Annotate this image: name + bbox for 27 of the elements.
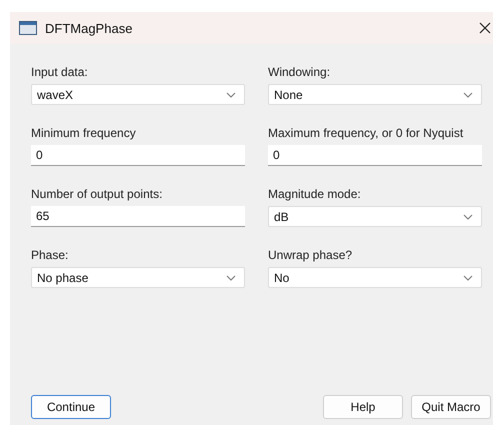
dialog-button[interactable]: Help bbox=[323, 395, 403, 419]
dropdown[interactable]: waveX bbox=[31, 84, 245, 105]
window-title: DFTMagPhase bbox=[45, 20, 134, 36]
dropdown[interactable]: dB bbox=[268, 206, 482, 227]
chevron-icon bbox=[463, 274, 473, 280]
dialog-button[interactable]: Quit Macro bbox=[411, 395, 491, 419]
field-label: Number of output points: bbox=[31, 186, 164, 202]
field-label: Minimum frequency bbox=[31, 125, 137, 141]
input-field[interactable]: 65 bbox=[31, 206, 245, 227]
chevron-icon bbox=[463, 92, 473, 98]
dropdown[interactable]: None bbox=[268, 84, 482, 105]
chevron-icon bbox=[226, 92, 236, 98]
field-label: Input data: bbox=[31, 64, 89, 80]
field-label: Windowing: bbox=[268, 64, 332, 80]
field-label: Phase: bbox=[31, 247, 70, 263]
field-label: Maximum frequency, or 0 for Nyquist bbox=[268, 125, 464, 141]
input-field[interactable]: 0 bbox=[268, 145, 482, 166]
chevron-icon bbox=[463, 214, 473, 220]
field-label: Magnitude mode: bbox=[268, 186, 362, 202]
dropdown[interactable]: No phase bbox=[31, 267, 245, 288]
chevron-icon bbox=[226, 274, 236, 280]
dialog-button[interactable]: Continue bbox=[31, 395, 111, 419]
window-icon bbox=[19, 21, 37, 35]
dropdown[interactable]: No bbox=[268, 267, 482, 288]
field-label: Unwrap phase? bbox=[268, 247, 354, 263]
input-field[interactable]: 0 bbox=[31, 145, 245, 166]
close-icon[interactable] bbox=[479, 22, 491, 34]
